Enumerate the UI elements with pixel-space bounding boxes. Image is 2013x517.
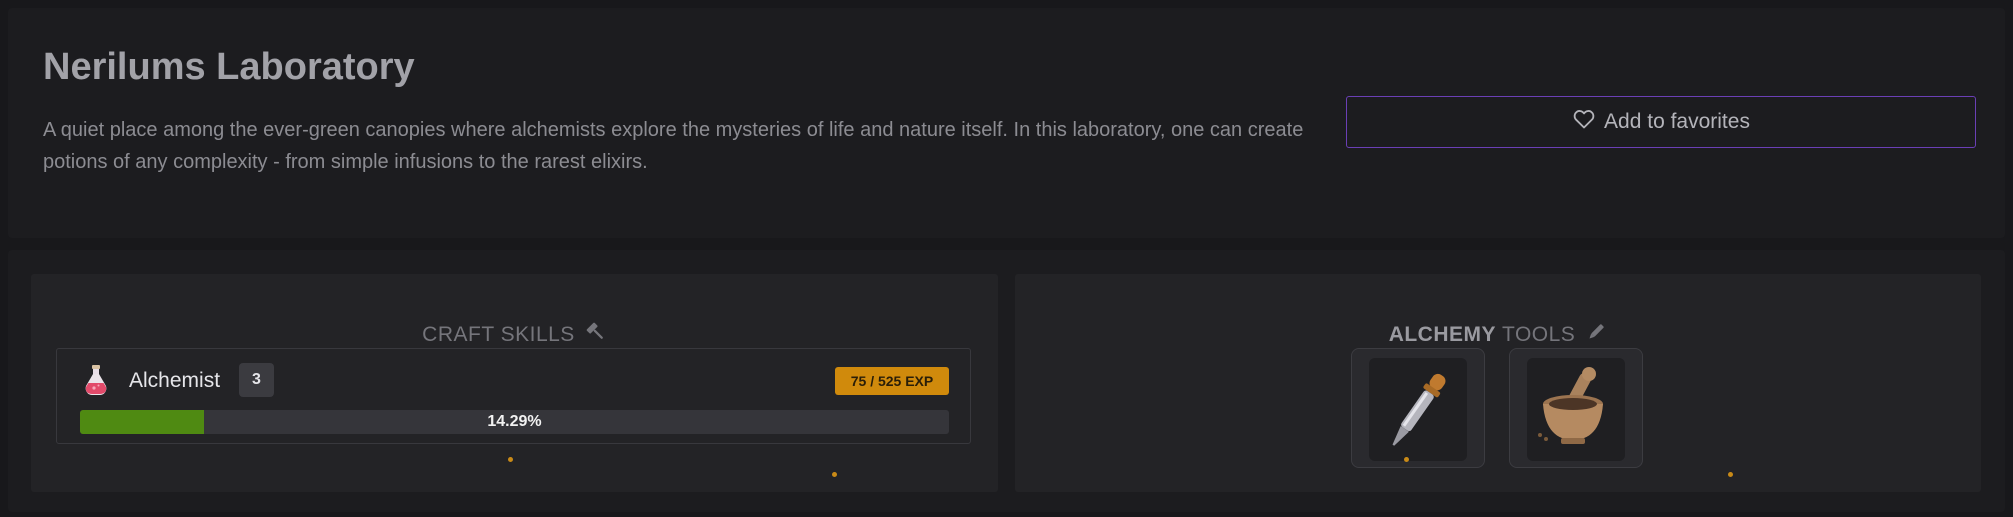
skill-progress-bar: 14.29%: [80, 410, 949, 434]
decorative-dot: [1728, 472, 1733, 477]
decorative-dot: [832, 472, 837, 477]
exp-badge: 75 / 525 EXP: [835, 367, 949, 395]
heart-icon: [1572, 107, 1596, 137]
alchemy-tools-title: ALCHEMY TOOLS: [1015, 321, 1981, 349]
craft-skills-title: CRAFT SKILLS: [31, 321, 998, 349]
add-to-favorites-button[interactable]: Add to favorites: [1346, 96, 1976, 148]
laboratory-details: CRAFT SKILLS Alchemist 3 75 / 525 EXP 14…: [8, 250, 2005, 512]
skill-card-alchemist: Alchemist 3 75 / 525 EXP 14.29%: [56, 348, 971, 444]
potion-icon: [83, 364, 109, 396]
tool-slot-pipette[interactable]: [1351, 348, 1485, 468]
add-to-favorites-label: Add to favorites: [1604, 110, 1750, 133]
alchemy-tools-panel: ALCHEMY TOOLS: [1015, 274, 1981, 492]
tool-slot-mortar[interactable]: [1509, 348, 1643, 468]
mortar-and-pestle-icon: [1527, 358, 1625, 461]
hammer-icon: [585, 321, 607, 349]
skill-name: Alchemist: [129, 369, 221, 392]
page-title: Nerilums Laboratory: [43, 46, 415, 88]
skill-level-badge: 3: [239, 363, 274, 397]
location-description: A quiet place among the ever-green canop…: [43, 119, 1304, 173]
craft-skills-panel: CRAFT SKILLS Alchemist 3 75 / 525 EXP 14…: [31, 274, 998, 492]
decorative-dot: [508, 457, 513, 462]
pipette-icon: [1369, 358, 1467, 461]
decorative-dot: [1544, 437, 1548, 441]
pencil-icon: [1585, 321, 1607, 349]
location-header: Nerilums Laboratory A quiet place among …: [8, 8, 2005, 238]
decorative-dot: [1538, 433, 1542, 437]
decorative-dot: [1404, 457, 1409, 462]
skill-progress-text: 14.29%: [487, 413, 542, 430]
